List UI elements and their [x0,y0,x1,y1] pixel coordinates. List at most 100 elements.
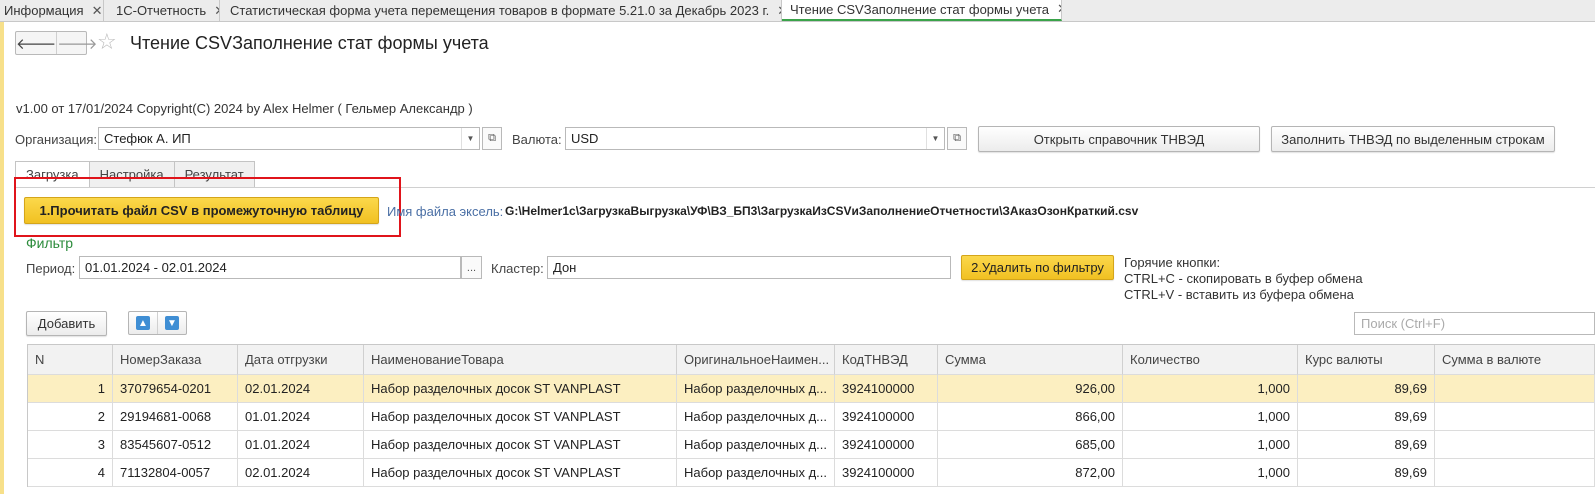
cell-sum-currency [1435,431,1595,459]
cell-product: Набор разделочных досок ST VANPLAST [364,459,677,487]
cell-date: 01.01.2024 [238,403,364,431]
period-label: Период: [26,261,76,276]
data-table: N НомерЗаказа Дата отгрузки Наименование… [27,344,1595,487]
chevron-down-icon[interactable]: ▼ [926,128,944,149]
column-header[interactable]: Количество [1123,345,1298,375]
search-input[interactable]: Поиск (Ctrl+F) [1354,312,1595,335]
add-button[interactable]: Добавить [26,311,107,336]
cell-order: 71132804-0057 [113,459,238,487]
tab-label: Чтение CSVЗаполнение стат формы учета [790,1,1050,17]
cell-sum: 926,00 [938,375,1123,403]
column-header[interactable]: Сумма в валюте [1435,345,1595,375]
open-icon[interactable]: ⧉ [947,127,967,150]
cell-original: Набор разделочных д... [677,431,835,459]
cell-product: Набор разделочных досок ST VANPLAST [364,403,677,431]
table-row[interactable]: 3 83545607-0512 01.01.2024 Набор раздело… [28,431,1595,459]
column-header[interactable]: Сумма [938,345,1123,375]
cell-sum: 685,00 [938,431,1123,459]
tab-label: Информация [4,3,84,18]
filter-title: Фильтр [26,235,74,251]
cell-order: 83545607-0512 [113,431,238,459]
table-row[interactable]: 1 37079654-0201 02.01.2024 Набор раздело… [28,375,1595,403]
arrow-up-icon: ▲ [136,316,150,330]
cell-date: 01.01.2024 [238,431,364,459]
period-select-button[interactable]: ... [461,256,482,279]
tab-info[interactable]: Информация ✕ [0,0,104,21]
cell-rate: 89,69 [1298,431,1435,459]
cell-n: 3 [28,431,113,459]
window-tab-bar: Информация ✕ 1С-Отчетность ✕ Статистичес… [0,0,1595,22]
cell-sum-currency [1435,459,1595,487]
tab-stat-form[interactable]: Статистическая форма учета перемещения т… [220,0,782,21]
cell-tnved: 3924100000 [835,403,938,431]
delete-by-filter-button[interactable]: 2.Удалить по фильтру [961,255,1114,280]
hotkeys-help: Горячие кнопки: CTRL+C - скопировать в б… [1124,255,1363,303]
cell-rate: 89,69 [1298,375,1435,403]
cell-tnved: 3924100000 [835,431,938,459]
cell-date: 02.01.2024 [238,459,364,487]
period-field[interactable]: 01.01.2024 - 02.01.2024 [79,256,461,279]
back-arrow-icon[interactable]: 🡐 [16,32,56,54]
tab-label: Статистическая форма учета перемещения т… [230,3,770,18]
cell-sum: 872,00 [938,459,1123,487]
left-accent-strip [0,22,4,494]
column-header[interactable]: Курс валюты [1298,345,1435,375]
cluster-label: Кластер: [491,261,544,276]
cluster-field[interactable]: Дон [547,256,951,279]
cell-original: Набор разделочных д... [677,375,835,403]
favorite-star-icon[interactable]: ☆ [97,29,117,55]
move-down-button[interactable]: ▼ [157,312,186,334]
cell-n: 4 [28,459,113,487]
hotkeys-copy: CTRL+C - скопировать в буфер обмена [1124,271,1363,286]
cell-qty: 1,000 [1123,459,1298,487]
hotkeys-paste: CTRL+V - вставить из буфера обмена [1124,287,1354,302]
column-header[interactable]: КодТНВЭД [835,345,938,375]
currency-field[interactable]: USD ▼ [565,127,945,150]
nav-buttons: 🡐 🡒 [15,31,97,55]
cell-sum-currency [1435,375,1595,403]
org-field[interactable]: Стефюк А. ИП ▼ [98,127,480,150]
cell-sum-currency [1435,403,1595,431]
cell-tnved: 3924100000 [835,375,938,403]
column-header[interactable]: НаименованиеТовара [364,345,677,375]
fill-tnved-button[interactable]: Заполнить ТНВЭД по выделенным строкам [1271,126,1555,152]
close-icon[interactable]: ✕ [92,3,103,19]
read-csv-button[interactable]: 1.Прочитать файл CSV в промежуточную таб… [24,197,379,224]
column-header[interactable]: ОригинальноеНаимен... [677,345,835,375]
currency-label: Валюта: [512,132,562,147]
cell-rate: 89,69 [1298,403,1435,431]
close-icon[interactable]: ✕ [1057,1,1061,17]
hotkeys-title: Горячие кнопки: [1124,255,1221,270]
column-header[interactable]: Дата отгрузки [238,345,364,375]
move-up-button[interactable]: ▲ [129,312,157,334]
tab-1c-reporting[interactable]: 1С-Отчетность ✕ [104,0,220,21]
cell-date: 02.01.2024 [238,375,364,403]
currency-value: USD [571,131,599,146]
open-tnved-button[interactable]: Открыть справочник ТНВЭД [978,126,1260,152]
org-value: Стефюк А. ИП [104,131,191,146]
cell-original: Набор разделочных д... [677,459,835,487]
table-header: N НомерЗаказа Дата отгрузки Наименование… [28,345,1595,375]
column-header[interactable]: НомерЗаказа [113,345,238,375]
cell-product: Набор разделочных досок ST VANPLAST [364,431,677,459]
cell-product: Набор разделочных досок ST VANPLAST [364,375,677,403]
open-icon[interactable]: ⧉ [482,127,502,150]
file-name-label: Имя файла эксель: [387,204,504,219]
forward-arrow-icon[interactable]: 🡒 [56,32,97,54]
table-row[interactable]: 4 71132804-0057 02.01.2024 Набор раздело… [28,459,1595,487]
cell-order: 29194681-0068 [113,403,238,431]
cell-tnved: 3924100000 [835,459,938,487]
cell-sum: 866,00 [938,403,1123,431]
cell-rate: 89,69 [1298,459,1435,487]
cell-n: 1 [28,375,113,403]
cell-qty: 1,000 [1123,431,1298,459]
table-row[interactable]: 2 29194681-0068 01.01.2024 Набор раздело… [28,403,1595,431]
tab-csv-reader[interactable]: Чтение CSVЗаполнение стат формы учета ✕ [782,0,1062,21]
chevron-down-icon[interactable]: ▼ [461,128,479,149]
file-path[interactable]: G:\Helmer1c\ЗагрузкаВыгрузка\УФ\ВЗ_БП3\З… [505,204,1138,218]
column-header[interactable]: N [28,345,113,375]
period-value: 01.01.2024 - 02.01.2024 [85,260,227,275]
move-buttons: ▲ ▼ [128,311,187,335]
cell-qty: 1,000 [1123,403,1298,431]
tab-label: 1С-Отчетность [116,3,207,18]
